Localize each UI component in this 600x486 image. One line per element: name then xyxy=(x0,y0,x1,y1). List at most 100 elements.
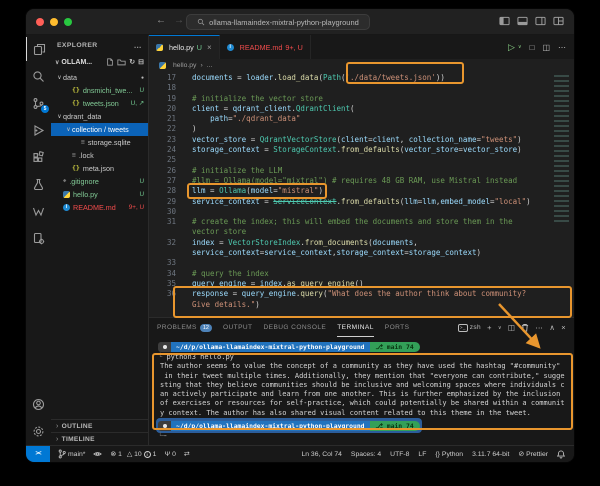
new-file-icon[interactable] xyxy=(106,58,114,66)
close-tab-icon[interactable]: × xyxy=(207,43,212,52)
tree-item[interactable]: ∨collection / tweets xyxy=(51,123,148,136)
ports-status[interactable]: Ψ0 xyxy=(164,451,175,458)
tree-item[interactable]: iREADME.md9+, U xyxy=(51,201,148,214)
remote-indicator[interactable]: >< xyxy=(26,446,50,462)
command-center-search[interactable]: ollama-llamaindex-mixtral-python-playgro… xyxy=(186,14,370,30)
gitlab-icon[interactable] xyxy=(26,199,51,223)
code-line[interactable]: 23vector_store = QdrantVectorStore(clien… xyxy=(149,135,574,145)
branch-status[interactable]: main* xyxy=(58,449,85,459)
shell-selector[interactable]: >_zsh xyxy=(458,324,481,332)
tab-hello-py[interactable]: hello.py U × xyxy=(149,35,220,59)
timeline-section[interactable]: › TIMELINE xyxy=(51,432,148,445)
code-line[interactable]: 27#llm = Ollama(model="mixtral") # requi… xyxy=(149,176,574,186)
code-line[interactable]: 30 xyxy=(149,207,574,217)
run-dropdown-icon[interactable]: ∨ xyxy=(518,44,522,50)
source-control-icon[interactable]: 5 xyxy=(26,91,51,115)
cursor-position[interactable]: Ln 36, Col 74 xyxy=(301,451,341,458)
forward-icon[interactable]: → xyxy=(174,15,184,26)
code-line[interactable]: 34# query the index xyxy=(149,269,574,279)
code-line[interactable]: 17documents = loader.load_data(Path('./d… xyxy=(149,73,574,83)
code-line[interactable]: 28llm = Ollama(model="mistral") xyxy=(149,186,574,196)
zoom-window-button[interactable] xyxy=(64,18,72,26)
bell-icon[interactable] xyxy=(557,450,565,459)
minimap[interactable] xyxy=(551,73,574,313)
new-folder-icon[interactable] xyxy=(117,58,126,66)
code-line[interactable]: 24storage_context = StorageContext.from_… xyxy=(149,145,574,155)
code-line[interactable]: 36response = query_engine.query("What do… xyxy=(149,289,574,299)
search-view-icon[interactable] xyxy=(26,64,51,88)
close-window-button[interactable] xyxy=(36,18,44,26)
account-icon[interactable] xyxy=(26,392,51,416)
code-line[interactable]: 35query_engine = index.as_query_engine() xyxy=(149,279,574,289)
explorer-icon[interactable] xyxy=(26,37,51,61)
explorer-more-icon[interactable]: … xyxy=(134,41,142,50)
file-gear-icon[interactable] xyxy=(26,226,51,250)
code-editor[interactable]: 17documents = loader.load_data(Path('./d… xyxy=(149,71,574,317)
panel-tab-output[interactable]: OUTPUT xyxy=(223,318,253,337)
minimize-window-button[interactable] xyxy=(50,18,58,26)
panel-tab-terminal[interactable]: TERMINAL xyxy=(337,318,374,337)
encoding[interactable]: UTF-8 xyxy=(390,451,409,458)
code-line[interactable]: Give details.") xyxy=(149,300,574,310)
code-line[interactable]: 19# initialize the vector store xyxy=(149,94,574,104)
panel-tab-debug-console[interactable]: DEBUG CONSOLE xyxy=(263,318,326,337)
indentation[interactable]: Spaces: 4 xyxy=(351,451,381,458)
code-line[interactable]: 21 path="./qdrant_data" xyxy=(149,114,574,124)
more-actions-icon[interactable]: ⋯ xyxy=(558,43,566,52)
settings-gear-icon[interactable] xyxy=(26,419,51,443)
toggle-sidebar-right-icon[interactable] xyxy=(535,16,546,26)
code-line[interactable]: 31# create the index; this will embed th… xyxy=(149,217,574,227)
tree-item[interactable]: {}dnsmichi_twe...U xyxy=(51,84,148,97)
breadcrumb[interactable]: hello.py › ... xyxy=(149,59,574,71)
refresh-icon[interactable]: ↻ xyxy=(129,58,135,66)
panel-tab-problems[interactable]: PROBLEMS12 xyxy=(157,318,212,337)
run-python-file-button[interactable]: ▷ xyxy=(508,42,515,53)
tree-item[interactable]: ∨qdrant_data xyxy=(51,110,148,123)
more-icon[interactable]: ⋯ xyxy=(535,323,543,332)
code-line[interactable]: vector store xyxy=(149,227,574,237)
code-line[interactable]: 33 xyxy=(149,258,574,268)
split-terminal-icon[interactable]: ◫ xyxy=(508,323,516,332)
toggle-sidebar-left-icon[interactable] xyxy=(499,16,510,26)
extensions-icon[interactable] xyxy=(26,145,51,169)
tree-item[interactable]: ≡storage.sqlite xyxy=(51,136,148,149)
code-line[interactable]: service_context=service_context,storage_… xyxy=(149,248,574,258)
panel-tab-ports[interactable]: PORTS xyxy=(385,318,410,337)
tree-item[interactable]: ∨data● xyxy=(51,71,148,84)
layout-icon[interactable]: □ xyxy=(530,43,535,52)
tree-item[interactable]: ≡.lock xyxy=(51,149,148,162)
code-line[interactable]: 32index = VectorStoreIndex.from_document… xyxy=(149,238,574,248)
terminal-dropdown-icon[interactable]: ∨ xyxy=(498,325,502,331)
code-line[interactable]: 26# initialize the LLM xyxy=(149,166,574,176)
tree-item[interactable]: {}meta.json xyxy=(51,162,148,175)
split-editor-icon[interactable]: ◫ xyxy=(542,43,550,52)
close-panel-icon[interactable]: × xyxy=(561,323,566,332)
run-debug-icon[interactable] xyxy=(26,118,51,142)
formatter-status[interactable]: ⊘Prettier xyxy=(518,450,548,458)
kill-terminal-icon[interactable] xyxy=(521,323,529,332)
workspace-root[interactable]: ∨ OLLAM... ↻ ⊟ xyxy=(51,55,148,69)
back-icon[interactable]: ← xyxy=(156,15,166,26)
tree-item[interactable]: hello.pyU xyxy=(51,188,148,201)
testing-flask-icon[interactable] xyxy=(26,172,51,196)
customize-layout-icon[interactable] xyxy=(553,16,564,26)
eye-status[interactable] xyxy=(93,450,102,458)
code-line[interactable]: 22) xyxy=(149,124,574,134)
eol[interactable]: LF xyxy=(418,451,426,458)
code-line[interactable]: 29service_context = ServiceContext.from_… xyxy=(149,197,574,207)
language-mode[interactable]: {}Python xyxy=(435,451,463,458)
tree-item[interactable]: {}tweets.jsonU, ↗ xyxy=(51,97,148,110)
tab-readme-md[interactable]: i README.md 9+, U xyxy=(220,35,311,59)
new-terminal-icon[interactable]: + xyxy=(487,323,492,332)
terminal[interactable]: ~/d/p/ollama-llamaindex-mixtral-python-p… xyxy=(149,337,574,441)
collapse-all-icon[interactable]: ⊟ xyxy=(138,58,144,66)
toggle-panel-icon[interactable] xyxy=(517,16,528,26)
code-line[interactable]: 18 xyxy=(149,83,574,93)
sync-status[interactable]: ⇄ xyxy=(184,450,190,458)
outline-section[interactable]: › OUTLINE xyxy=(51,419,148,432)
code-line[interactable]: 25 xyxy=(149,155,574,165)
python-interpreter[interactable]: 3.11.7 64-bit xyxy=(472,451,509,458)
maximize-panel-icon[interactable]: ∧ xyxy=(549,323,555,332)
code-line[interactable]: 20client = qdrant_client.QdrantClient( xyxy=(149,104,574,114)
tree-item[interactable]: ◆.gitignoreU xyxy=(51,175,148,188)
